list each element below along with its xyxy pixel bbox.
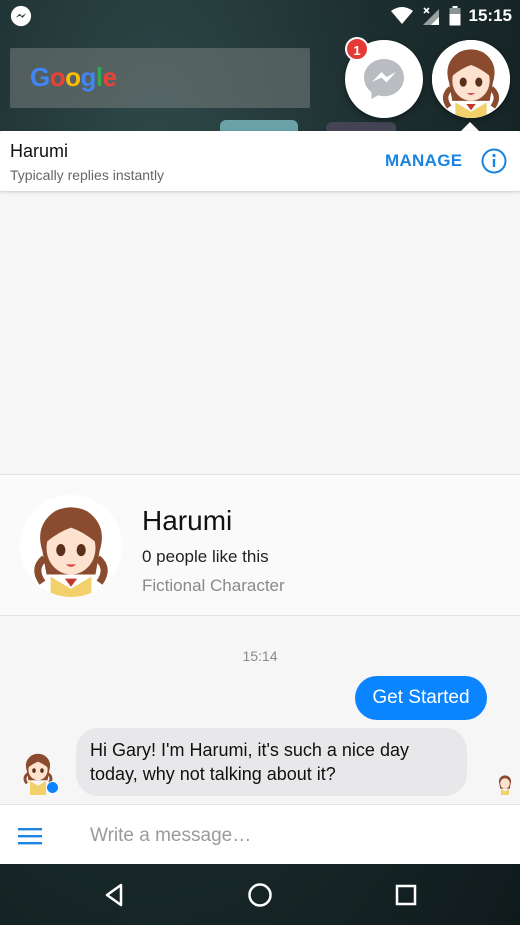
message-composer — [0, 804, 520, 864]
response-time: Typically replies instantly — [10, 167, 165, 183]
home-icon[interactable] — [245, 880, 275, 910]
unread-badge: 1 — [345, 37, 369, 61]
manage-button[interactable]: MANAGE — [385, 151, 462, 171]
message-input[interactable] — [90, 819, 500, 853]
clock: 15:15 — [468, 6, 512, 25]
profile-category: Fictional Character — [142, 576, 285, 595]
harumi-chat-head[interactable] — [432, 40, 510, 118]
wifi-icon — [390, 7, 413, 24]
google-logo: Google — [30, 62, 117, 92]
status-bar: 15:15 — [0, 0, 520, 32]
profile-card[interactable]: Harumi 0 people like this Fictional Char… — [0, 474, 520, 616]
recents-icon[interactable] — [391, 880, 421, 910]
profile-name: Harumi — [142, 505, 233, 536]
messenger-badge-icon — [46, 781, 59, 794]
google-search-widget[interactable]: Google — [10, 48, 310, 108]
profile-avatar — [20, 495, 122, 597]
message-timestamp: 15:14 — [242, 648, 278, 664]
harumi-avatar — [432, 40, 510, 118]
hamburger-menu-icon[interactable] — [18, 827, 42, 845]
contact-name: Harumi — [10, 141, 69, 161]
navigation-bar — [0, 864, 520, 925]
battery-icon — [449, 6, 461, 26]
info-icon[interactable] — [481, 148, 507, 174]
signal-icon — [422, 7, 439, 25]
profile-likes: 0 people like this — [142, 547, 269, 566]
chat-header: Harumi Typically replies instantly MANAG… — [0, 131, 520, 191]
incoming-message[interactable]: Hi Gary! I'm Harumi, it's such a nice da… — [76, 728, 467, 796]
messenger-notification-icon — [10, 5, 32, 27]
back-icon[interactable] — [99, 880, 129, 910]
outgoing-message[interactable]: Get Started — [355, 676, 487, 720]
chat-panel: Harumi Typically replies instantly MANAG… — [0, 131, 520, 864]
messenger-icon — [364, 59, 404, 99]
read-receipt-avatar — [498, 775, 512, 795]
